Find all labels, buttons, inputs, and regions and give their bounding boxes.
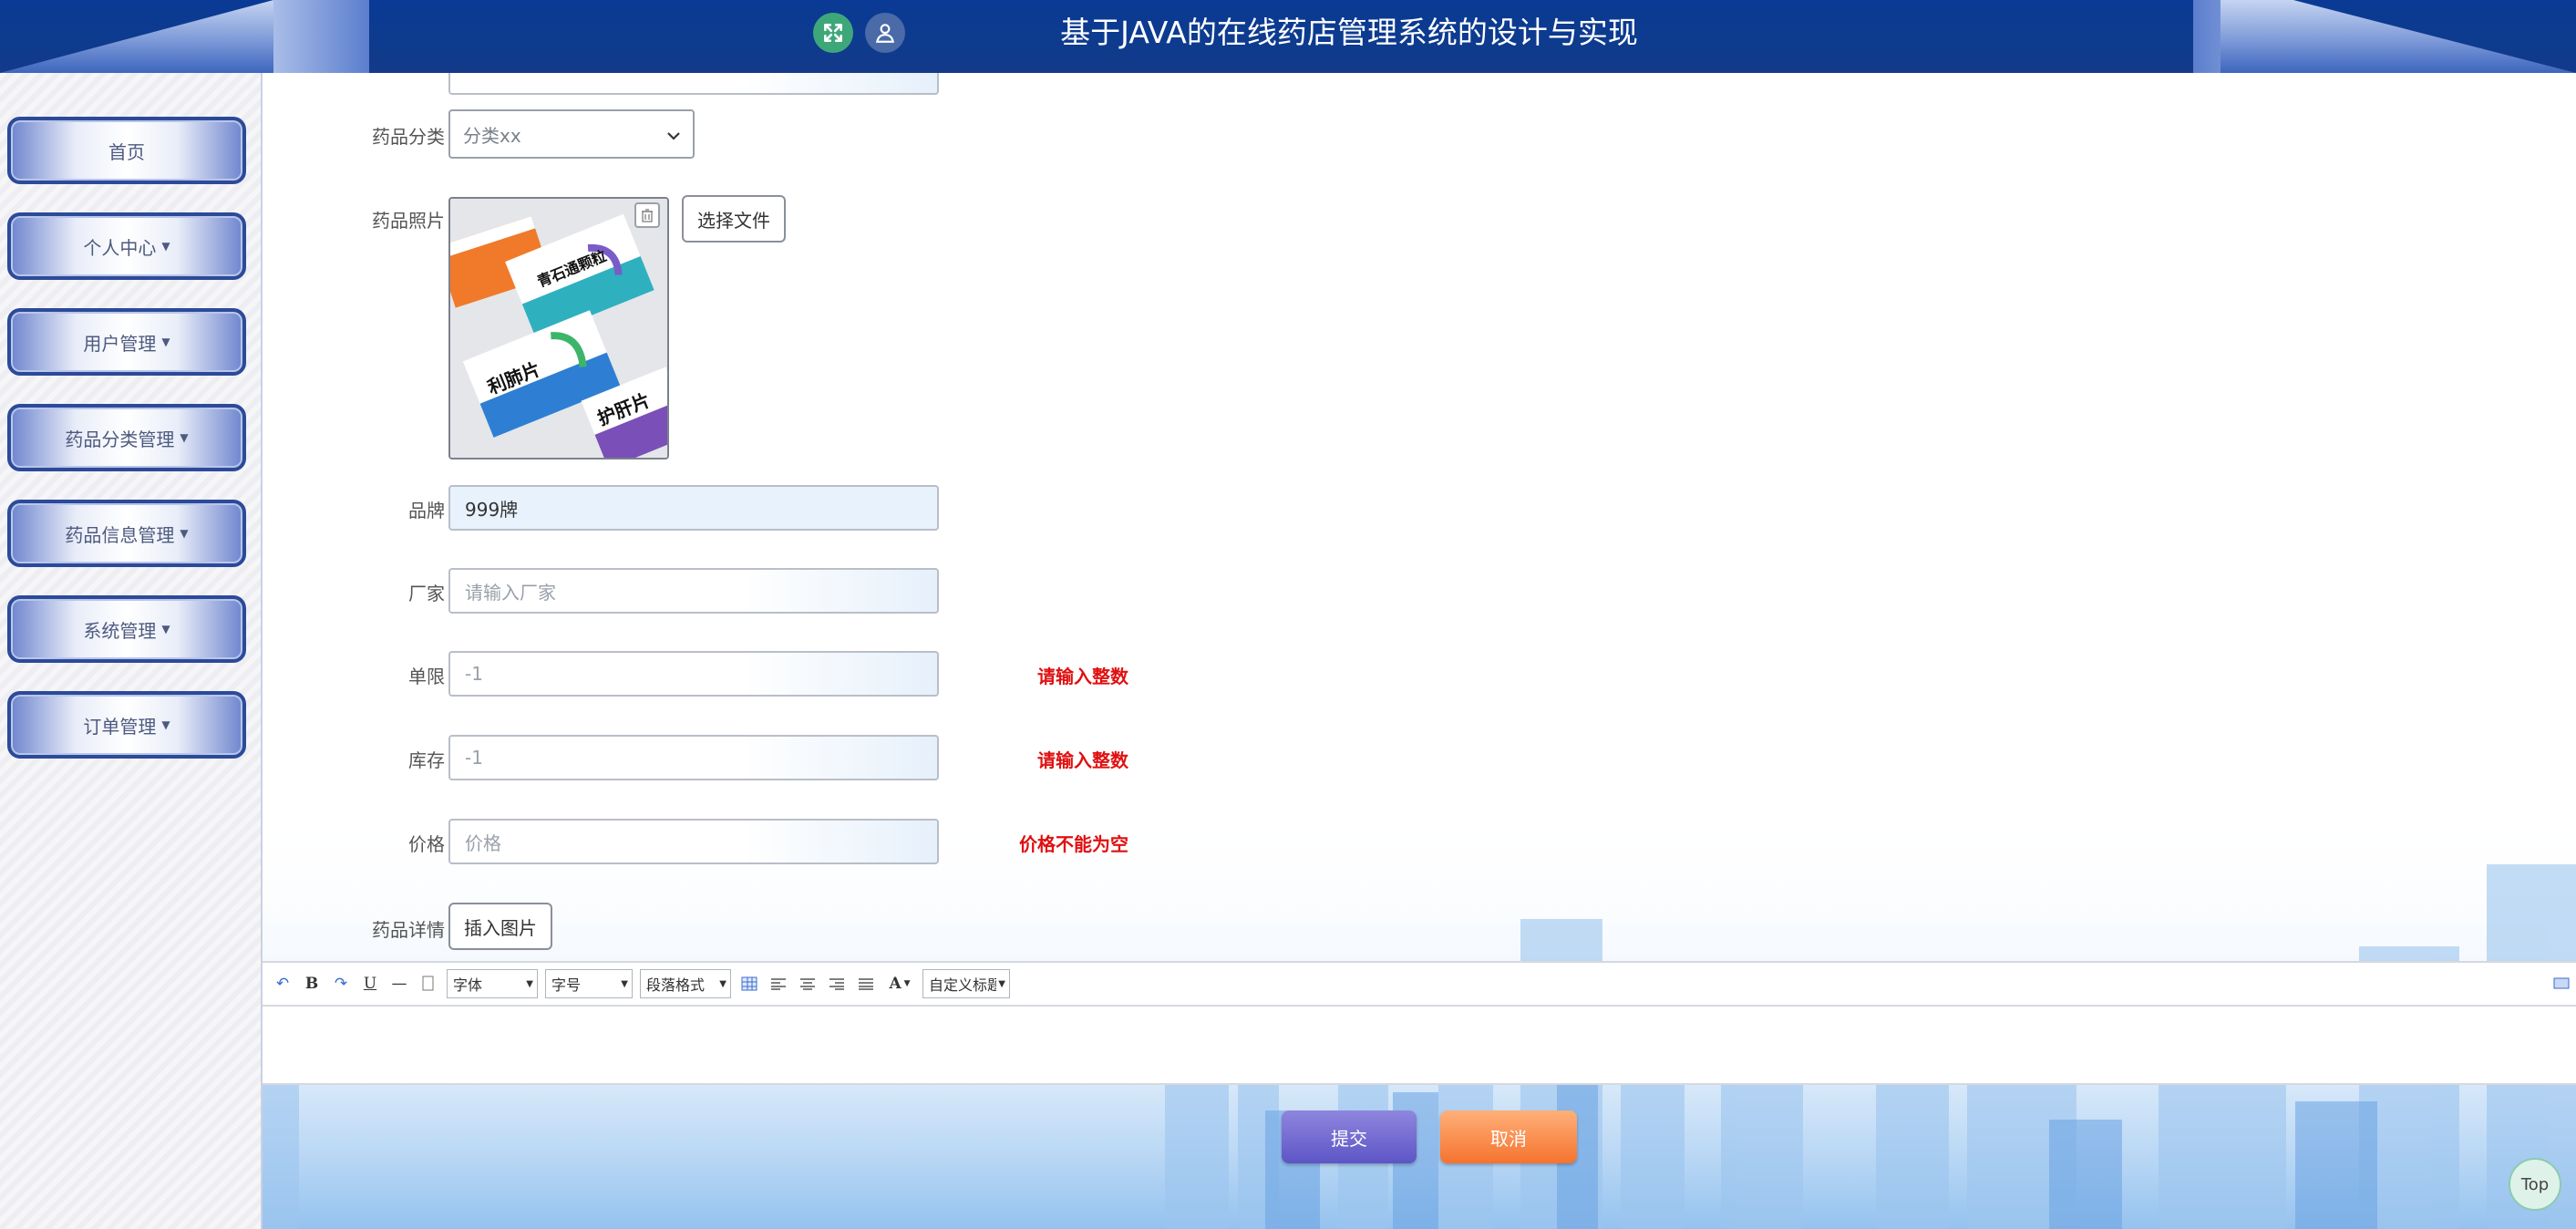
brand-input[interactable]: 999牌 <box>448 485 939 531</box>
custom-title-value: 自定义标题 <box>929 976 996 994</box>
align-left-icon[interactable] <box>768 973 789 995</box>
single-limit-input[interactable]: -1 <box>448 651 939 697</box>
sidebar: 首页 个人中心 ▼ 用户管理 ▼ 药品分类管理 ▼ 药品信息管理 ▼ 系统管理 … <box>0 73 263 1229</box>
manufacturer-placeholder: 请输入厂家 <box>465 581 556 604</box>
sidebar-item-label: 系统管理 <box>83 619 157 642</box>
price-placeholder: 价格 <box>465 831 501 854</box>
sidebar-item-label: 个人中心 <box>83 236 157 259</box>
justify-icon[interactable] <box>855 973 877 995</box>
category-select[interactable]: 分类xx <box>448 109 695 159</box>
price-error: 价格不能为空 <box>1019 833 1128 855</box>
font-color-icon[interactable]: A ▼ <box>884 973 915 995</box>
category-label: 药品分类 <box>372 126 445 148</box>
caret-down-icon: ▼ <box>161 240 170 253</box>
sidebar-item-user-management[interactable]: 用户管理 ▼ <box>7 308 246 376</box>
custom-title-select[interactable]: 自定义标题 ▼ <box>922 969 1010 998</box>
font-size-value: 字号 <box>551 976 582 994</box>
font-size-select[interactable]: 字号 ▼ <box>545 969 633 998</box>
sidebar-item-label: 药品分类管理 <box>65 428 175 450</box>
sidebar-item-personal-center[interactable]: 个人中心 ▼ <box>7 212 246 280</box>
sidebar-item-category-management[interactable]: 药品分类管理 ▼ <box>7 404 246 471</box>
caret-down-icon: ▼ <box>161 336 170 348</box>
brand-label: 品牌 <box>408 500 445 522</box>
sidebar-item-drug-info-management[interactable]: 药品信息管理 ▼ <box>7 500 246 567</box>
stock-value: -1 <box>465 747 483 769</box>
undo-icon[interactable]: ↶ <box>272 973 294 995</box>
editor-content-area[interactable] <box>263 1007 2576 1085</box>
sidebar-item-order-management[interactable]: 订单管理 ▼ <box>7 691 246 759</box>
caret-down-icon: ▼ <box>998 978 1005 989</box>
details-label: 药品详情 <box>372 919 445 941</box>
paragraph-format-select[interactable]: 段落格式 ▼ <box>640 969 731 998</box>
sidebar-item-label: 用户管理 <box>83 332 157 355</box>
manufacturer-label: 厂家 <box>408 583 445 604</box>
single-limit-label: 单限 <box>408 666 445 687</box>
header-decoration-right <box>2221 0 2576 73</box>
insert-image-button[interactable]: 插入图片 <box>448 903 552 950</box>
app-header: 基于JAVA的在线药店管理系统的设计与实现 <box>0 0 2576 73</box>
sidebar-item-label: 首页 <box>108 140 145 163</box>
caret-down-icon: ▼ <box>719 978 726 989</box>
sidebar-item-home[interactable]: 首页 <box>7 117 246 184</box>
user-icon[interactable] <box>865 13 905 53</box>
caret-down-icon: ▼ <box>180 527 189 540</box>
align-center-icon[interactable] <box>797 973 819 995</box>
cancel-button[interactable]: 取消 <box>1440 1110 1577 1163</box>
editor-toolbar: ↶ B ↷ U — 字体 ▼ 字号 ▼ 段落格式 ▼ A ▼ 自定义标题 ▼ <box>263 961 2576 1007</box>
page-title: 基于JAVA的在线药店管理系统的设计与实现 <box>1060 15 1638 50</box>
fullscreen-editor-icon[interactable] <box>2550 973 2572 995</box>
previous-field-stub[interactable] <box>448 73 939 95</box>
caret-down-icon: ▼ <box>621 978 628 989</box>
clear-format-icon[interactable] <box>417 973 439 995</box>
caret-down-icon: ▼ <box>180 431 189 444</box>
table-icon[interactable] <box>738 973 760 995</box>
align-right-icon[interactable] <box>826 973 848 995</box>
chevron-down-icon <box>667 123 680 145</box>
bold-icon[interactable]: B <box>301 973 323 995</box>
caret-down-icon: ▼ <box>161 718 170 731</box>
caret-down-icon: ▼ <box>526 978 533 989</box>
horizontal-rule-icon[interactable]: — <box>388 973 410 995</box>
font-color-label: A <box>889 975 902 993</box>
delete-photo-icon[interactable] <box>634 202 660 228</box>
back-to-top-button[interactable]: Top <box>2509 1158 2561 1211</box>
submit-button[interactable]: 提交 <box>1282 1110 1417 1163</box>
choose-file-button[interactable]: 选择文件 <box>682 195 786 243</box>
single-limit-error: 请输入整数 <box>1037 666 1128 687</box>
brand-value: 999牌 <box>465 498 519 521</box>
photo-label: 药品照片 <box>372 210 445 232</box>
redo-icon[interactable]: ↷ <box>330 973 352 995</box>
font-family-value: 字体 <box>453 976 483 994</box>
main-content: 药品分类 分类xx 药品照片 青石通颗粒 利肺片 护肝片 选择文件 品牌 999… <box>263 73 2576 1229</box>
underline-icon[interactable]: U <box>359 973 381 995</box>
sidebar-item-system-management[interactable]: 系统管理 ▼ <box>7 595 246 663</box>
stock-error: 请输入整数 <box>1037 749 1128 771</box>
category-selected-value: 分类xx <box>463 124 521 147</box>
drug-photo-preview: 青石通颗粒 利肺片 护肝片 <box>448 197 669 460</box>
stock-label: 库存 <box>408 749 445 771</box>
manufacturer-input[interactable]: 请输入厂家 <box>448 568 939 614</box>
single-limit-value: -1 <box>465 663 483 685</box>
caret-down-icon: ▼ <box>161 623 170 635</box>
sidebar-item-label: 药品信息管理 <box>65 523 175 546</box>
price-label: 价格 <box>408 833 445 855</box>
price-input[interactable]: 价格 <box>448 819 939 864</box>
sidebar-item-label: 订单管理 <box>83 715 157 738</box>
header-decoration-left-inner <box>273 0 369 73</box>
stock-input[interactable]: -1 <box>448 735 939 780</box>
fullscreen-icon[interactable] <box>813 13 853 53</box>
paragraph-format-value: 段落格式 <box>646 976 706 994</box>
font-family-select[interactable]: 字体 ▼ <box>447 969 538 998</box>
